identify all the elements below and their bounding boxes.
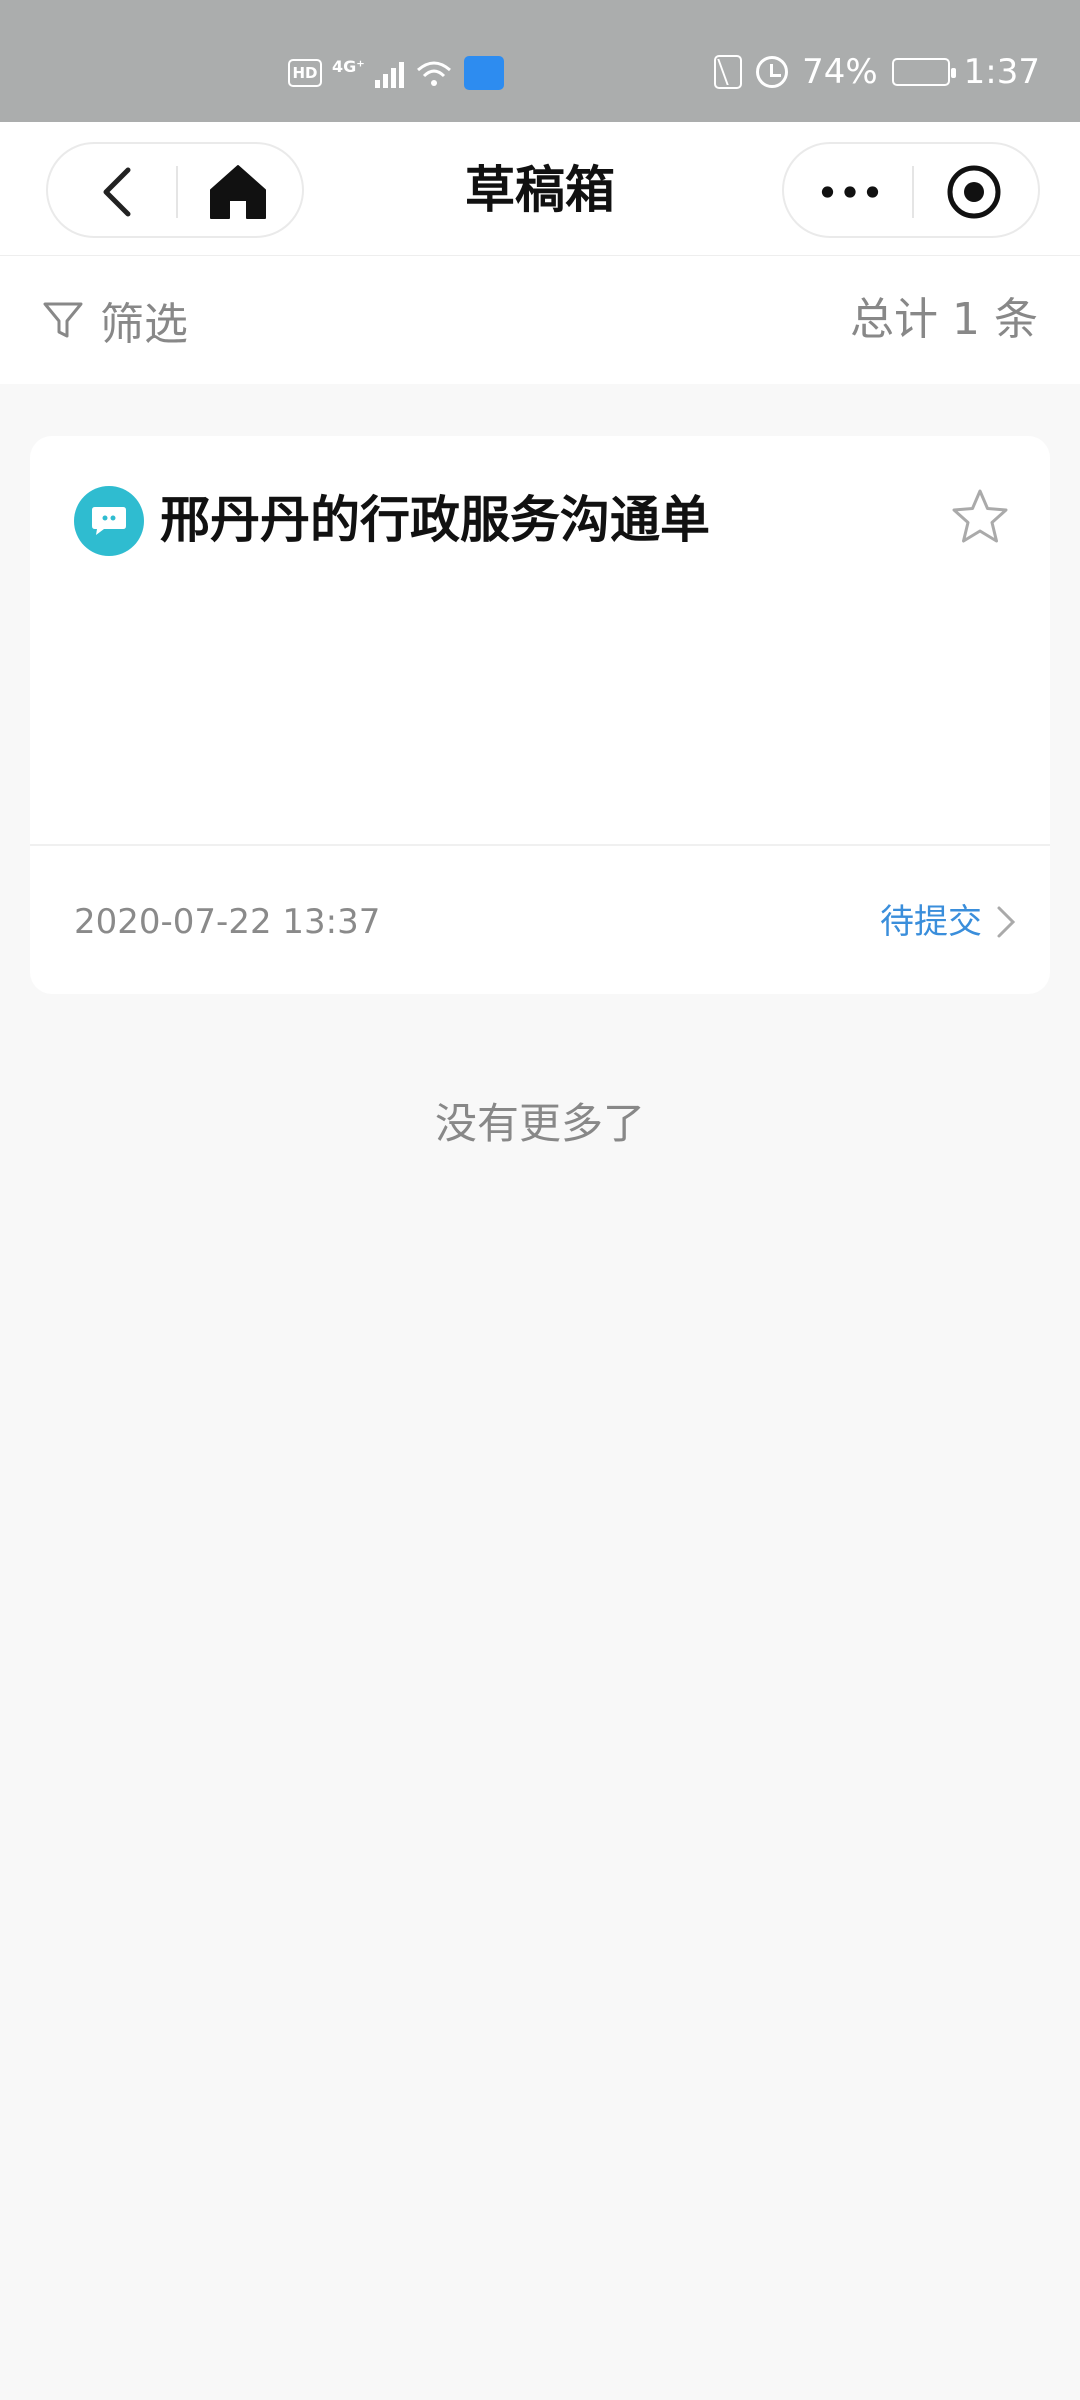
card-date: 2020-07-22 13:37 [74,902,381,942]
status-right-group: 74% 1:37 [714,52,1040,92]
signal-icon [374,58,404,88]
back-button[interactable] [88,162,148,222]
nfc-icon [714,55,743,89]
battery-percent: 74% [802,52,878,92]
status-label: 待提交 [880,902,982,942]
status-bar: HD 4G⁺ 74% 1:37 [0,0,1080,122]
filter-icon [43,302,83,338]
home-button[interactable] [208,162,268,222]
battery-icon [891,58,956,86]
total-count: 总计 1 条 [850,294,1038,345]
capsule-divider [176,166,178,218]
clock: 1:37 [963,52,1040,92]
status-left-group: HD 4G⁺ [288,56,504,90]
card-divider [30,844,1050,846]
page-title: 草稿箱 [465,161,615,219]
submit-status-link[interactable]: 待提交 [880,894,1016,950]
wifi-icon [416,61,451,86]
nav-capsule-left [46,142,304,238]
chevron-right-icon [997,906,1016,938]
alarm-icon [756,56,789,88]
filter-label: 筛选 [100,299,188,350]
home-icon [210,165,266,219]
capsule-divider [912,166,914,218]
chat-bubble-icon [74,486,144,556]
app-notification-icon [463,56,504,90]
close-miniprogram-button[interactable] [944,162,1004,222]
card-title: 邢丹丹的行政服务沟通单 [160,491,710,549]
nav-capsule-right [782,142,1040,238]
no-more-text: 没有更多了 [434,1099,645,1148]
filter-button[interactable]: 筛选 [42,290,188,350]
back-icon [103,167,131,217]
hd-badge: HD [288,59,322,87]
star-icon [952,489,1008,543]
filter-bar: 筛选 总计 1 条 [0,256,1080,384]
network-type: 4G⁺ [332,56,365,76]
draft-card[interactable]: 邢丹丹的行政服务沟通单 2020-07-22 13:37 待提交 [30,436,1050,994]
more-icon [821,186,879,198]
more-button[interactable] [820,162,880,222]
target-icon [947,165,1001,219]
nav-header: 草稿箱 [0,122,1080,256]
favorite-button[interactable] [948,486,1012,550]
